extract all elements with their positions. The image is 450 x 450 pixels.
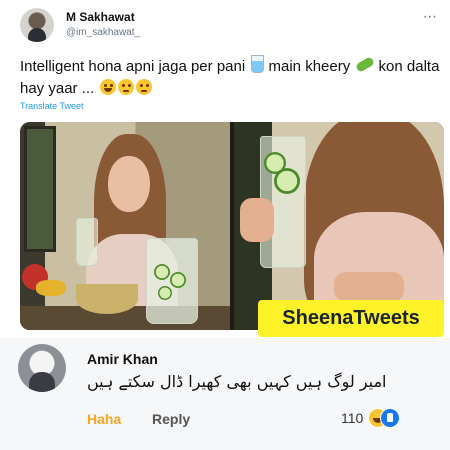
hand <box>334 272 404 302</box>
hand <box>240 198 274 242</box>
haha-button[interactable]: Haha <box>87 411 121 427</box>
comment-text: امیر لوگ ہیں کہیں بھی کھیرا ڈال سکتے ہیں <box>87 372 387 391</box>
watermark-label: SheenaTweets <box>258 300 444 337</box>
author-handle[interactable]: @im_sakhawat_ <box>66 27 140 38</box>
commenter-avatar[interactable] <box>18 344 66 392</box>
cucumber-slice <box>274 168 300 194</box>
tweet-header: M Sakhawat @im_sakhawat_ ⋯ <box>20 8 440 44</box>
author-name[interactable]: M Sakhawat <box>66 10 135 24</box>
photo-glass-closeup[interactable] <box>234 122 444 330</box>
salad-bowl <box>76 284 138 314</box>
fruit <box>36 280 66 296</box>
cucumber-slice <box>170 272 186 288</box>
laughing-face-icon <box>100 79 117 95</box>
tweet-media[interactable] <box>20 122 444 330</box>
tweet-text: Intelligent hona apni jaga per pani main… <box>20 55 440 100</box>
cucumber-slice <box>154 264 170 280</box>
flushed-face-icon <box>118 79 135 95</box>
reaction-icons[interactable] <box>368 408 408 428</box>
reply-button[interactable]: Reply <box>152 411 190 427</box>
tumbler-glass-icon <box>251 55 265 73</box>
reaction-count[interactable]: 110 <box>341 410 363 426</box>
face <box>108 156 150 212</box>
photo-woman-at-table[interactable] <box>20 122 230 330</box>
commenter-name[interactable]: Amir Khan <box>87 351 158 367</box>
more-options-icon[interactable]: ⋯ <box>423 8 438 25</box>
translate-tweet-link[interactable]: Translate Tweet <box>20 101 84 111</box>
tweet-text-part: Intelligent hona apni jaga per pani <box>20 58 250 75</box>
reply-comment: Amir Khan امیر لوگ ہیں کہیں بھی کھیرا ڈا… <box>0 338 450 450</box>
like-reaction-icon <box>380 408 400 428</box>
cucumber-slice <box>158 286 172 300</box>
tweet-text-part: main kheery <box>264 58 355 75</box>
window-frame <box>24 126 56 252</box>
flushed-face-icon <box>136 79 153 95</box>
author-avatar[interactable] <box>20 8 54 42</box>
glass <box>76 218 98 266</box>
cucumber-icon <box>355 56 376 73</box>
